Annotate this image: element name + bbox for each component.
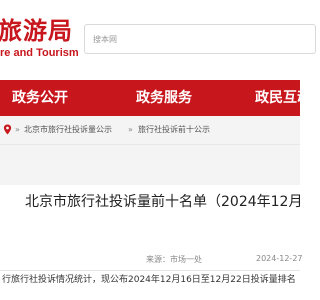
nav-item-public-interaction[interactable]: 政民互动 xyxy=(255,80,311,116)
breadcrumb-link-top-ten[interactable]: 旅行社投诉前十公示 xyxy=(138,116,210,144)
location-pin-icon xyxy=(3,124,12,135)
breadcrumb-separator: » xyxy=(128,125,133,134)
main-nav: 政务公开 政务服务 政民互动 xyxy=(0,80,311,116)
site-header: 旅游局 re and Tourism xyxy=(0,0,316,80)
article-date: 2024-12-27 xyxy=(256,254,303,263)
article-title: 北京市旅行社投诉量前十名单（2024年12月 xyxy=(25,194,303,210)
nav-item-government-services[interactable]: 政务服务 xyxy=(136,80,192,116)
breadcrumb-link-complaint-publicity[interactable]: 北京市旅行社投诉量公示 xyxy=(24,116,112,144)
search-box[interactable] xyxy=(84,24,316,54)
article: 北京市旅行社投诉量前十名单（2024年12月 来源：市场一处 2024-12-2… xyxy=(0,185,303,300)
nav-item-government-affairs-open[interactable]: 政务公开 xyxy=(12,80,68,116)
breadcrumb: » 北京市旅行社投诉量公示 » 旅行社投诉前十公示 xyxy=(0,116,300,145)
site-logo-subtitle: re and Tourism xyxy=(0,47,79,59)
article-body-text: 行旅行社投诉情况统计，现公布2024年12月16日至12月22日投诉量排名 xyxy=(2,275,296,285)
breadcrumb-separator: » xyxy=(15,125,20,134)
search-input[interactable] xyxy=(93,30,293,48)
content-spacer xyxy=(0,145,300,185)
article-source: 来源：市场一处 xyxy=(146,255,202,264)
site-logo-title[interactable]: 旅游局 xyxy=(0,11,73,46)
